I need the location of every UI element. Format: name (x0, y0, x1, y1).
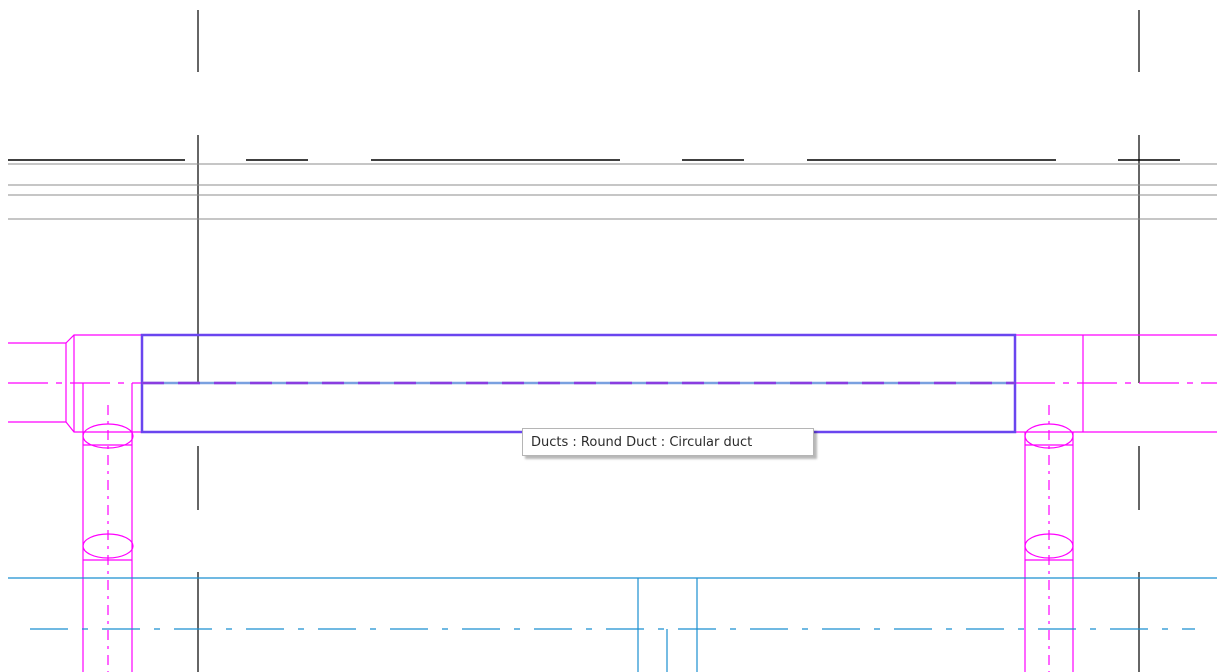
drawing-canvas[interactable] (0, 0, 1225, 672)
selected-round-duct[interactable] (140, 333, 1017, 434)
duct-fitting-right[interactable] (1015, 334, 1217, 672)
duct-fitting-left[interactable] (8, 334, 142, 672)
element-tooltip: Ducts : Round Duct : Circular duct (522, 428, 814, 456)
wall-lines[interactable] (8, 163, 1217, 220)
pipe-lines[interactable] (8, 577, 1217, 672)
